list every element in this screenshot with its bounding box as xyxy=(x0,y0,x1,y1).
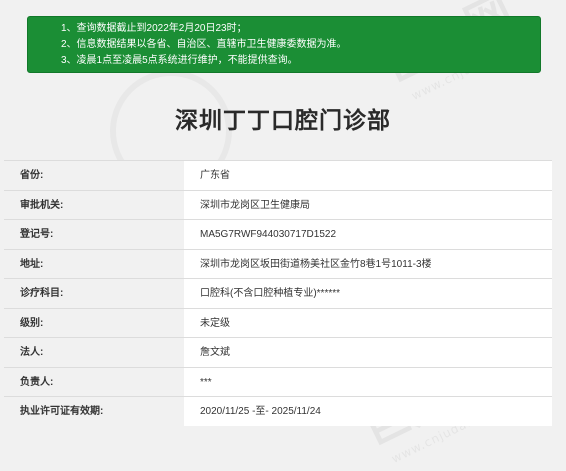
field-value: MA5G7RWF944030717D1522 xyxy=(184,220,552,249)
field-value: 广东省 xyxy=(184,161,552,190)
info-row-responsible-person: 负责人: *** xyxy=(4,366,552,396)
field-value: 未定级 xyxy=(184,308,552,337)
field-label: 审批机关: xyxy=(4,190,184,219)
notice-line: 1、查询数据截止到2022年2月20日23时； xyxy=(61,23,247,34)
field-value: 2020/11/25 -至- 2025/11/24 xyxy=(184,397,552,426)
field-label: 登记号: xyxy=(4,220,184,249)
clinic-title: 深圳丁丁口腔门诊部 xyxy=(175,107,391,133)
field-value: 詹文斌 xyxy=(184,338,552,367)
info-row-license-validity: 执业许可证有效期: 2020/11/25 -至- 2025/11/24 xyxy=(4,396,552,426)
field-value: *** xyxy=(184,367,552,396)
field-label: 省份: xyxy=(4,161,184,190)
notice-banner: 1、查询数据截止到2022年2月20日23时； 2、信息数据结果以各省、自治区、… xyxy=(27,16,541,73)
info-row-province: 省份: 广东省 xyxy=(4,160,552,190)
info-row-departments: 诊疗科目: 口腔科(不含口腔种植专业)****** xyxy=(4,278,552,308)
field-label: 法人: xyxy=(4,338,184,367)
notice-line: 3、凌晨1点至凌晨5点系统进行维护，不能提供查询。 xyxy=(61,55,298,66)
field-value: 深圳市龙岗区坂田街道杨美社区金竹8巷1号1011-3楼 xyxy=(184,249,552,278)
info-row-registration: 登记号: MA5G7RWF944030717D1522 xyxy=(4,219,552,249)
field-value: 深圳市龙岗区卫生健康局 xyxy=(184,190,552,219)
field-value: 口腔科(不含口腔种植专业)****** xyxy=(184,279,552,308)
field-label: 级别: xyxy=(4,308,184,337)
field-label: 地址: xyxy=(4,249,184,278)
field-label: 执业许可证有效期: xyxy=(4,397,184,426)
field-label: 负责人: xyxy=(4,367,184,396)
info-row-authority: 审批机关: 深圳市龙岗区卫生健康局 xyxy=(4,189,552,219)
info-row-address: 地址: 深圳市龙岗区坂田街道杨美社区金竹8巷1号1011-3楼 xyxy=(4,248,552,278)
clinic-info-table: 省份: 广东省 审批机关: 深圳市龙岗区卫生健康局 登记号: MA5G7RWF9… xyxy=(4,160,552,426)
field-label: 诊疗科目: xyxy=(4,279,184,308)
info-row-level: 级别: 未定级 xyxy=(4,307,552,337)
info-row-legal-person: 法人: 詹文斌 xyxy=(4,337,552,367)
notice-line: 2、信息数据结果以各省、自治区、直辖市卫生健康委数据为准。 xyxy=(61,39,347,50)
